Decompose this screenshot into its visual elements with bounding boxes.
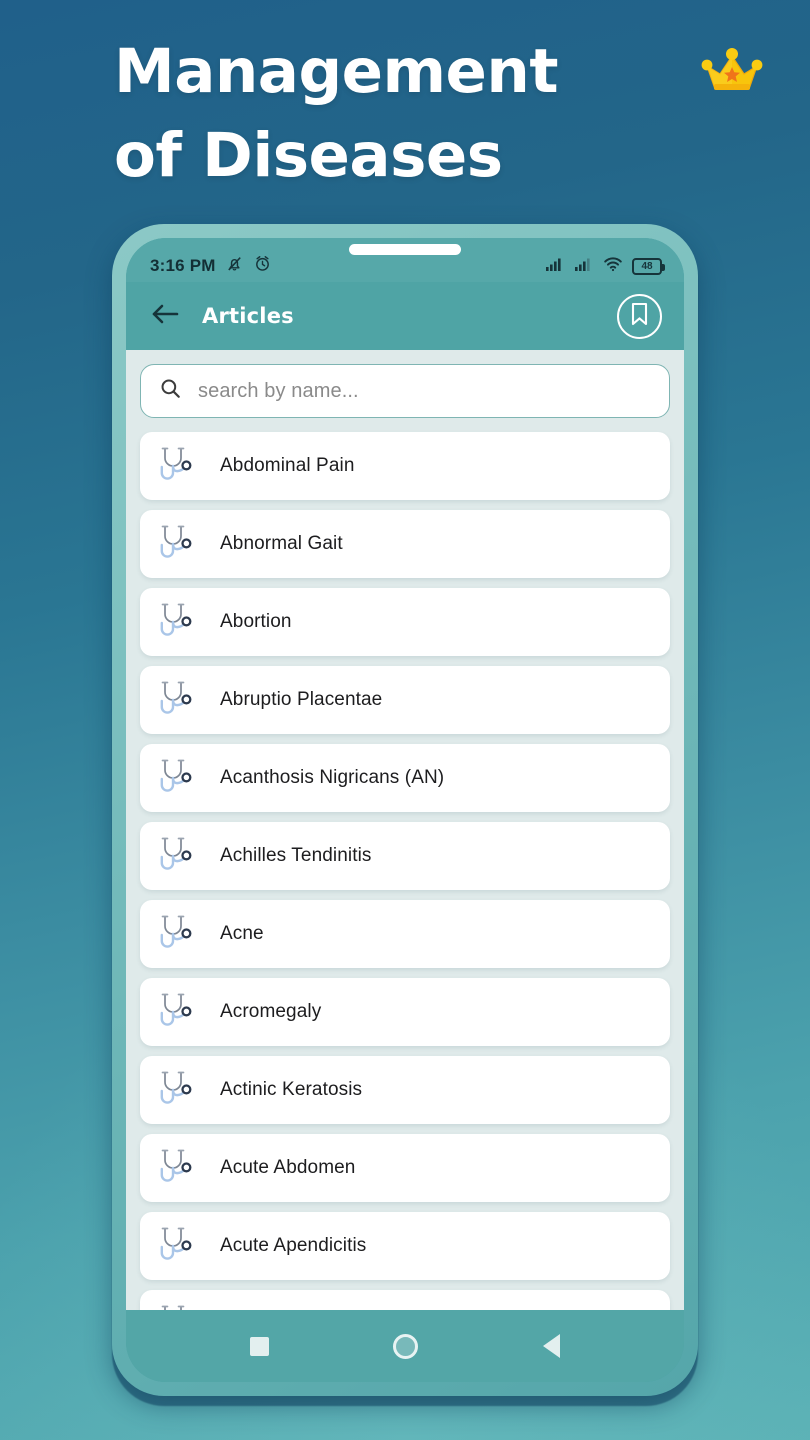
- back-arrow-icon[interactable]: [150, 301, 180, 332]
- articles-content: search by name... Abdominal Pain Abnormal…: [126, 350, 684, 1310]
- stethoscope-icon: [156, 600, 198, 644]
- list-item[interactable]: Acromegaly: [140, 978, 670, 1046]
- list-item-label: Achilles Tendinitis: [220, 845, 372, 866]
- triangle-back-icon[interactable]: [542, 1334, 560, 1358]
- list-item-label: Abdominal Pain: [220, 455, 355, 476]
- stethoscope-icon: [156, 1224, 198, 1268]
- search-field[interactable]: search by name...: [140, 364, 670, 418]
- status-bar-clock: 3:16 PM: [150, 256, 216, 275]
- bell-muted-icon: [225, 254, 244, 278]
- list-item[interactable]: Achilles Tendinitis: [140, 822, 670, 890]
- page-title: Management of Diseases: [114, 30, 674, 198]
- list-item-label: Acute Apendicitis: [220, 1235, 367, 1256]
- signal-bars-icon: [545, 256, 565, 277]
- wifi-icon: [603, 256, 623, 277]
- stethoscope-icon: [156, 1146, 198, 1190]
- alarm-clock-icon: [253, 254, 272, 278]
- circle-home-icon[interactable]: [393, 1333, 419, 1359]
- list-item[interactable]: Abdominal Pain: [140, 432, 670, 500]
- signal-bars-icon: [574, 256, 594, 277]
- page-title-line-1: Management: [114, 36, 559, 107]
- status-bar-left: 3:16 PM: [150, 254, 272, 278]
- android-nav-bar: [126, 1310, 684, 1382]
- stethoscope-icon: [156, 1302, 198, 1310]
- list-item-label: Acanthosis Nigricans (AN): [220, 767, 445, 788]
- list-item[interactable]: Abortion: [140, 588, 670, 656]
- page-title-line-2: of Diseases: [114, 120, 503, 192]
- bookmark-icon: [630, 302, 649, 331]
- list-item-label: Abortion: [220, 611, 292, 632]
- list-item-label: Acute Abdomen: [220, 1157, 356, 1178]
- list-item[interactable]: Acute Abdomen: [140, 1134, 670, 1202]
- list-item-label: Actinic Keratosis: [220, 1079, 363, 1100]
- list-item-label: Acne: [220, 923, 264, 944]
- stethoscope-icon: [156, 1068, 198, 1112]
- stethoscope-icon: [156, 444, 198, 488]
- search-icon: [159, 377, 182, 405]
- crown-icon: [700, 40, 764, 98]
- list-item-label: Abruptio Placentae: [220, 689, 383, 710]
- stethoscope-icon: [156, 834, 198, 878]
- bookmark-button[interactable]: [617, 293, 662, 339]
- app-bar: Articles: [126, 282, 684, 350]
- list-item[interactable]: Acne: [140, 900, 670, 968]
- battery-level-label: 48: [641, 260, 653, 272]
- article-list[interactable]: Abdominal Pain Abnormal Gait Abortion Abrup…: [140, 432, 670, 1310]
- stethoscope-icon: [156, 522, 198, 566]
- square-recents-icon[interactable]: [250, 1336, 270, 1356]
- stethoscope-icon: [156, 912, 198, 956]
- phone-mockup: 3:16 PM 48 Articles search by name... Ab…: [112, 224, 698, 1396]
- stethoscope-icon: [156, 756, 198, 800]
- status-bar-right: 48: [545, 256, 665, 277]
- phone-screen: 3:16 PM 48 Articles search by name... Ab…: [126, 238, 684, 1382]
- stethoscope-icon: [156, 990, 198, 1034]
- app-bar-title: Articles: [202, 304, 294, 328]
- list-item[interactable]: Acute Apendicitis: [140, 1212, 670, 1280]
- search-input-placeholder[interactable]: search by name...: [198, 380, 359, 403]
- list-item[interactable]: Abnormal Gait: [140, 510, 670, 578]
- list-item[interactable]: Acute Cholecystitis: [140, 1290, 670, 1310]
- phone-speaker: [349, 244, 461, 255]
- battery-indicator: 48: [632, 257, 665, 275]
- stethoscope-icon: [156, 678, 198, 722]
- list-item[interactable]: Actinic Keratosis: [140, 1056, 670, 1124]
- list-item-label: Acromegaly: [220, 1001, 322, 1022]
- list-item[interactable]: Acanthosis Nigricans (AN): [140, 744, 670, 812]
- list-item-label: Abnormal Gait: [220, 533, 343, 554]
- list-item[interactable]: Abruptio Placentae: [140, 666, 670, 734]
